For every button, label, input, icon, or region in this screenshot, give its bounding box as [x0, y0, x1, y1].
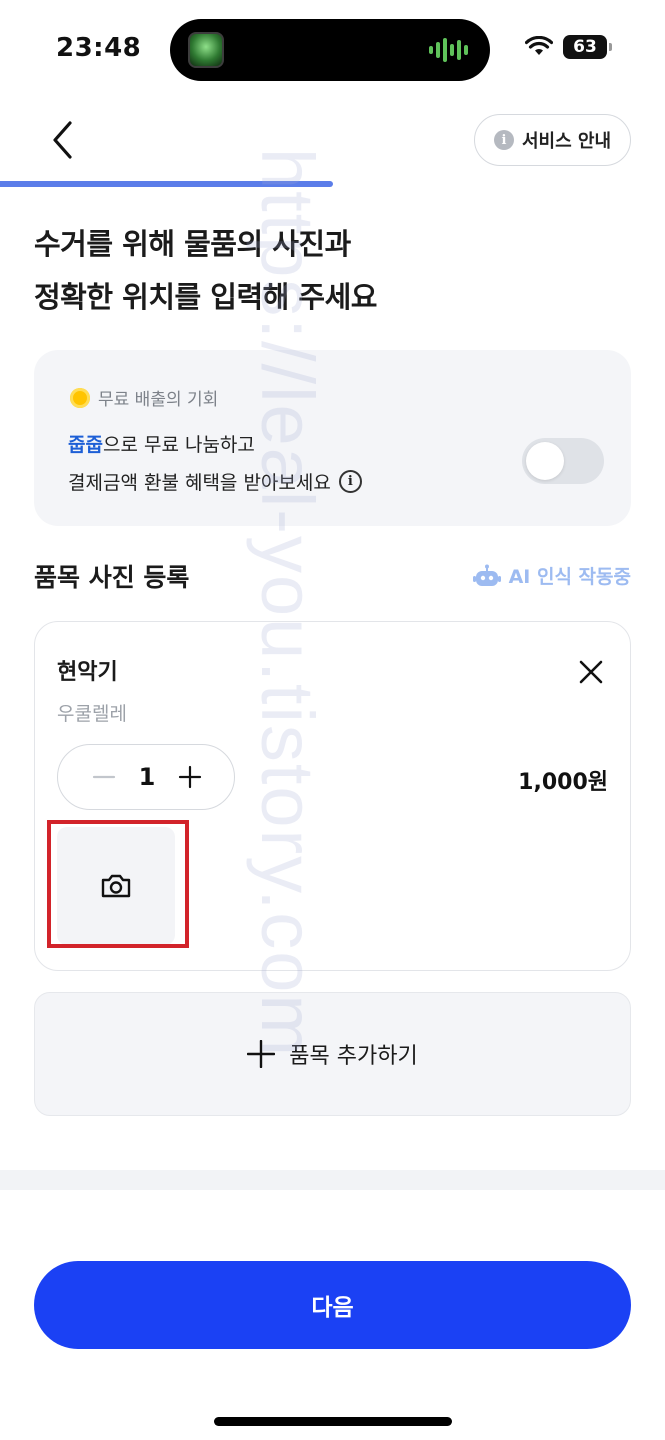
status-time: 23:48: [56, 33, 142, 63]
back-button[interactable]: [40, 115, 84, 165]
home-indicator: [214, 1417, 452, 1426]
promo-brand: 줍줍: [68, 434, 103, 456]
section-title: 품목 사진 등록: [34, 563, 190, 592]
add-item-button[interactable]: 품목 추가하기: [34, 992, 631, 1116]
audio-wave-icon: [429, 37, 468, 63]
free-disposal-promo-card: 무료 배출의 기회 줍줍으로 무료 나눔하고 결제금액 환불 혜택을 받아보세요…: [34, 350, 631, 526]
page-title: 수거를 위해 물품의 사진과 정확한 위치를 입력해 주세요: [34, 218, 377, 324]
chevron-left-icon: [53, 121, 72, 159]
free-share-toggle[interactable]: [522, 438, 604, 484]
battery-icon: 63: [563, 35, 612, 59]
item-subcategory: 우쿨렐레: [57, 703, 127, 725]
status-icons: 63: [525, 35, 612, 59]
wifi-icon: [525, 36, 553, 55]
page-title-line1: 수거를 위해 물품의 사진과: [34, 227, 351, 261]
ai-status-label: AI 인식 작동중: [508, 566, 631, 588]
info-icon: i: [493, 130, 514, 150]
now-playing-app-icon: [188, 32, 224, 68]
camera-icon: [101, 874, 131, 898]
dynamic-island: [170, 19, 490, 81]
item-price: 1,000원: [518, 770, 608, 795]
page-title-line2: 정확한 위치를 입력해 주세요: [34, 280, 377, 314]
next-button[interactable]: 다음: [34, 1261, 631, 1349]
robot-icon: [472, 564, 501, 586]
plus-icon: [178, 765, 202, 789]
add-item-label: 품목 추가하기: [289, 1044, 418, 1069]
item-card: 현악기 우쿨렐레 1 1,000원: [34, 621, 631, 971]
progress-bar-fill: [0, 181, 333, 187]
service-guide-button[interactable]: i 서비스 안내: [474, 114, 631, 166]
close-icon: [579, 660, 603, 684]
add-photo-button[interactable]: [57, 827, 175, 945]
promo-line1: 줍줍으로 무료 나눔하고: [68, 430, 255, 457]
decrease-button[interactable]: [90, 763, 118, 791]
toggle-knob: [526, 442, 564, 480]
quantity-stepper: 1: [57, 744, 235, 810]
service-guide-label: 서비스 안내: [521, 131, 612, 152]
promo-tag: 무료 배출의 기회: [70, 385, 218, 410]
minus-icon: [92, 775, 116, 779]
remove-item-button[interactable]: [573, 654, 609, 690]
promo-line1-rest: 으로 무료 나눔하고: [102, 434, 255, 456]
plus-icon: [247, 1040, 276, 1068]
ai-recognition-status: AI 인식 작동중: [472, 562, 631, 589]
increase-button[interactable]: [176, 763, 204, 791]
section-divider: [0, 1170, 665, 1190]
promo-line2: 결제금액 환불 혜택을 받아보세요 i: [68, 468, 362, 495]
coin-icon: [70, 387, 90, 408]
info-circle-icon[interactable]: i: [338, 470, 362, 493]
promo-line2-text: 결제금액 환불 혜택을 받아보세요: [68, 472, 331, 494]
promo-tag-label: 무료 배출의 기회: [98, 390, 219, 410]
quantity-value: 1: [138, 763, 156, 791]
status-bar: 23:48 63: [0, 0, 665, 100]
item-name: 현악기: [57, 660, 118, 685]
